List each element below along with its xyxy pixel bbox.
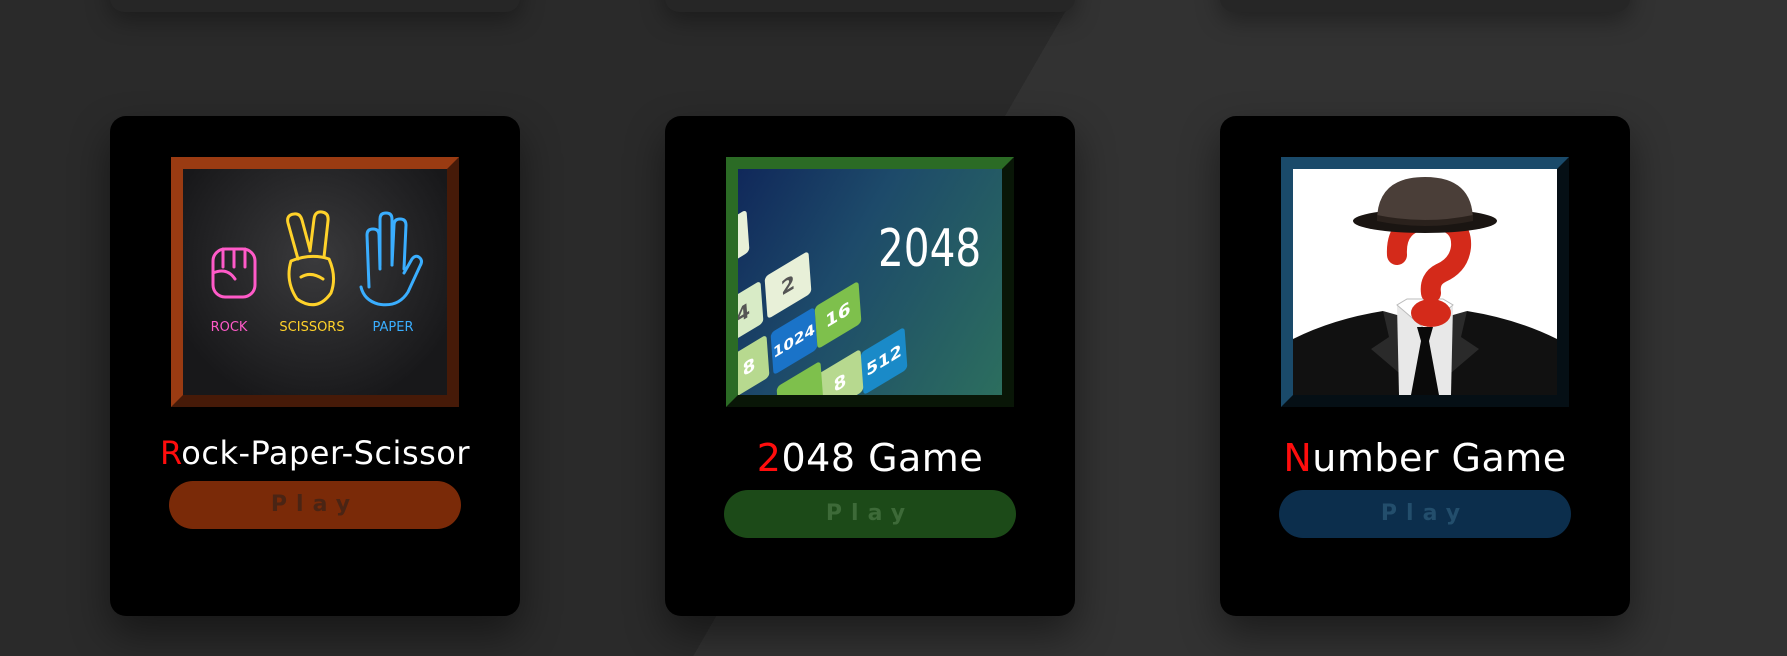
rps-thumbnail: ROCK SCISSORS PAPER <box>183 169 447 395</box>
title-first-letter: R <box>159 434 182 472</box>
peace-hand-icon <box>286 210 336 307</box>
paper-label: PAPER <box>373 320 414 335</box>
tile: 8 <box>738 334 770 395</box>
title-rest: 048 Game <box>781 436 984 480</box>
tile <box>738 209 750 265</box>
play-button[interactable]: Play <box>169 481 461 529</box>
title-first-letter: N <box>1283 436 1313 480</box>
game-title: Rock-Paper-Scissor <box>110 434 520 472</box>
scissors-label: SCISSORS <box>279 320 344 335</box>
rps-hands-illustration: ROCK SCISSORS PAPER <box>211 210 423 335</box>
tile: 4 <box>738 280 764 346</box>
open-hand-icon <box>359 211 423 307</box>
title-first-letter: 2 <box>756 436 782 480</box>
play-button[interactable]: Play <box>1279 490 1571 538</box>
game-title: Number Game <box>1220 436 1630 480</box>
tile: 2 <box>764 250 812 320</box>
game-card-rock-paper-scissor: ROCK SCISSORS PAPER Rock-Paper-Scissor P… <box>110 116 520 616</box>
tile: 16 <box>814 280 862 350</box>
tile: 1024 <box>770 306 818 376</box>
rock-label: ROCK <box>211 320 248 335</box>
bowler-hat-man-illustration <box>1293 177 1557 395</box>
thumbnail-heading-2048: 2048 <box>878 219 982 279</box>
tile: 512 <box>860 326 908 395</box>
tile: 8 <box>816 348 864 395</box>
game-thumbnail-frame[interactable]: ROCK SCISSORS PAPER <box>171 157 459 407</box>
title-rest: umber Game <box>1312 436 1567 480</box>
play-button[interactable]: Play <box>724 490 1016 538</box>
card-above-1 <box>110 0 520 12</box>
game-card-2048: 2048 2 4 1024 16 8 512 8 2048 Game Play <box>665 116 1075 616</box>
card-above-2 <box>665 0 1075 12</box>
game-thumbnail-frame[interactable]: 2048 2 4 1024 16 8 512 8 <box>726 157 1014 407</box>
game-title: 2048 Game <box>665 436 1075 480</box>
game-2048-thumbnail: 2048 2 4 1024 16 8 512 8 <box>738 169 1002 395</box>
card-above-3 <box>1220 0 1630 12</box>
number-game-thumbnail <box>1293 169 1557 395</box>
game-card-number-game: Number Game Play <box>1220 116 1630 616</box>
game-thumbnail-frame[interactable] <box>1281 157 1569 407</box>
fist-icon <box>211 247 257 299</box>
title-rest: ock-Paper-Scissor <box>181 434 471 472</box>
